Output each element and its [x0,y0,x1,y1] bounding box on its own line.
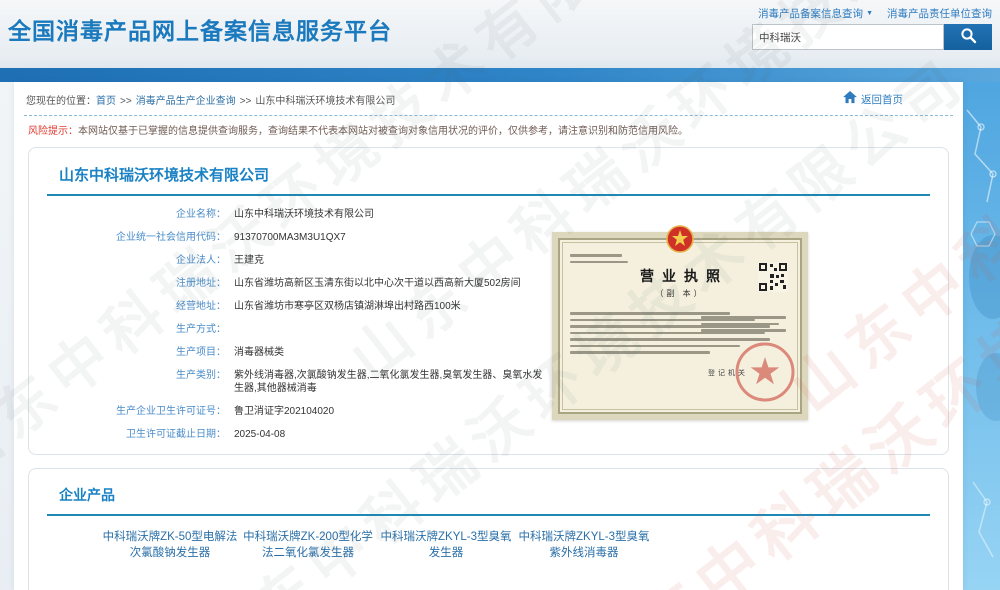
back-home-link[interactable]: 返回首页 [843,91,903,107]
table-row: 企业统一社会信用代码： 91370700MA3M3U1QX7 [29,226,948,249]
field-value: 2025-04-08 [234,428,285,441]
field-label: 生产方式： [29,323,226,336]
breadcrumb-separator: >> [120,96,132,107]
content-wrapper: 您现在的位置：首页>>消毒产品生产企业查询>>山东中科瑞沃环境技术有限公司 返回… [14,82,963,590]
header-divider-bar [0,68,1000,82]
field-label: 卫生许可证截止日期： [29,428,226,441]
national-emblem-icon [665,224,695,259]
license-fineprint [701,316,786,336]
breadcrumb-home-link[interactable]: 首页 [96,96,116,107]
field-label: 经营地址： [29,300,226,313]
risk-notice-text: 本网站仅基于已掌握的信息提供查询服务，查询结果不代表本网站对被查询对象信用状况的… [78,126,688,137]
nav-link-label: 消毒产品责任单位查询 [887,6,992,21]
field-label: 企业法人： [29,254,226,267]
home-icon [843,91,857,107]
red-seal-stamp [734,341,796,408]
company-title: 山东中科瑞沃环境技术有限公司 [59,164,948,185]
field-value: 紫外线消毒器,次氯酸钠发生器,二氧化氯发生器,臭氧发生器、臭氧水发生器,其他器械… [234,369,552,395]
field-label: 生产企业卫生许可证号： [29,405,226,418]
products-section-title: 企业产品 [59,485,948,505]
page-header: 全国消毒产品网上备案信息服务平台 消毒产品备案信息查询 ▼ 消毒产品责任单位查询 [0,0,1000,68]
nav-link-label: 消毒产品备案信息查询 [758,6,863,21]
risk-notice-label: 风险提示： [28,126,78,137]
field-value: 鲁卫消证字202104020 [234,405,334,418]
product-link[interactable]: 中科瑞沃牌ZK-200型化学法二氧化氯发生器 [239,529,377,561]
field-label: 企业名称： [29,208,226,221]
search-input[interactable] [752,24,944,50]
field-value: 王建克 [234,254,264,267]
background-molecule-art [963,82,1000,590]
field-label: 企业统一社会信用代码： [29,231,226,244]
section-divider [47,514,930,516]
table-row: 经营地址： 山东省潍坊市寒亭区双杨店镇湖淋埠出村路西100米 [29,295,948,318]
chevron-down-icon: ▼ [866,10,873,17]
company-detail-card: 山东中科瑞沃环境技术有限公司 企业名称： 山东中科瑞沃环境技术有限公司 企业统一社… [28,147,949,455]
field-label: 注册地址： [29,277,226,290]
field-value: 山东省潍坊高新区玉清东街以北中心次干道以西高新大厦502房间 [234,277,521,290]
field-value: 山东中科瑞沃环境技术有限公司 [234,208,374,221]
product-list: 中科瑞沃牌ZK-50型电解法次氯酸钠发生器 中科瑞沃牌ZK-200型化学法二氧化… [101,529,948,561]
nav-link-responsible-unit-query[interactable]: 消毒产品责任单位查询 [887,6,992,21]
table-row: 生产企业卫生许可证号： 鲁卫消证字202104020 [29,400,948,423]
table-row: 卫生许可证截止日期： 2025-04-08 [29,423,948,446]
field-label: 生产类别： [29,369,226,395]
page: 山东中科瑞沃环境技术有限公司 山东中科瑞沃环境技术有限公司 山东中科瑞沃环境技术… [0,0,1000,590]
product-link[interactable]: 中科瑞沃牌ZKYL-3型臭氧发生器 [377,529,515,561]
qr-code [758,262,788,297]
product-link[interactable]: 中科瑞沃牌ZK-50型电解法次氯酸钠发生器 [101,529,239,561]
breadcrumb-category-link[interactable]: 消毒产品生产企业查询 [136,96,236,107]
field-value: 山东省潍坊市寒亭区双杨店镇湖淋埠出村路西100米 [234,300,461,313]
table-row: 生产项目： 消毒器械类 [29,341,948,364]
table-row: 企业名称： 山东中科瑞沃环境技术有限公司 [29,203,948,226]
breadcrumb-current: 山东中科瑞沃环境技术有限公司 [255,96,395,107]
breadcrumb-separator: >> [240,96,252,107]
table-row: 生产类别： 紫外线消毒器,次氯酸钠发生器,二氧化氯发生器,臭氧发生器、臭氧水发生器… [29,364,948,400]
breadcrumb-prefix: 您现在的位置： [26,96,96,107]
field-value: 消毒器械类 [234,346,284,359]
company-info-table: 企业名称： 山东中科瑞沃环境技术有限公司 企业统一社会信用代码： 91370700M… [29,203,948,446]
site-title: 全国消毒产品网上备案信息服务平台 [8,12,392,46]
risk-notice: 风险提示：本网站仅基于已掌握的信息提供查询服务，查询结果不代表本网站对被查询对象… [28,125,949,139]
field-label: 生产项目： [29,346,226,359]
breadcrumb-divider [24,115,953,116]
business-license-image: 营业执照 （副 本） [552,232,808,420]
section-divider [47,194,930,196]
top-nav: 消毒产品备案信息查询 ▼ 消毒产品责任单位查询 [758,6,992,21]
license-frame: 营业执照 （副 本） [558,238,802,414]
table-row: 企业法人： 王建克 [29,249,948,272]
search-button[interactable] [944,24,992,50]
nav-link-record-info-query[interactable]: 消毒产品备案信息查询 ▼ [758,6,873,21]
table-row: 生产方式： [29,318,948,341]
product-link[interactable]: 中科瑞沃牌ZKYL-3型臭氧紫外线消毒器 [515,529,653,561]
license-fineprint [570,254,628,267]
field-value: 91370700MA3M3U1QX7 [234,231,346,244]
breadcrumb: 您现在的位置：首页>>消毒产品生产企业查询>>山东中科瑞沃环境技术有限公司 [26,92,395,107]
company-products-card: 企业产品 中科瑞沃牌ZK-50型电解法次氯酸钠发生器 中科瑞沃牌ZK-200型化… [28,468,949,590]
search-bar [752,24,992,50]
back-home-label: 返回首页 [861,92,903,107]
table-row: 注册地址： 山东省潍坊高新区玉清东街以北中心次干道以西高新大厦502房间 [29,272,948,295]
search-icon [960,27,977,47]
